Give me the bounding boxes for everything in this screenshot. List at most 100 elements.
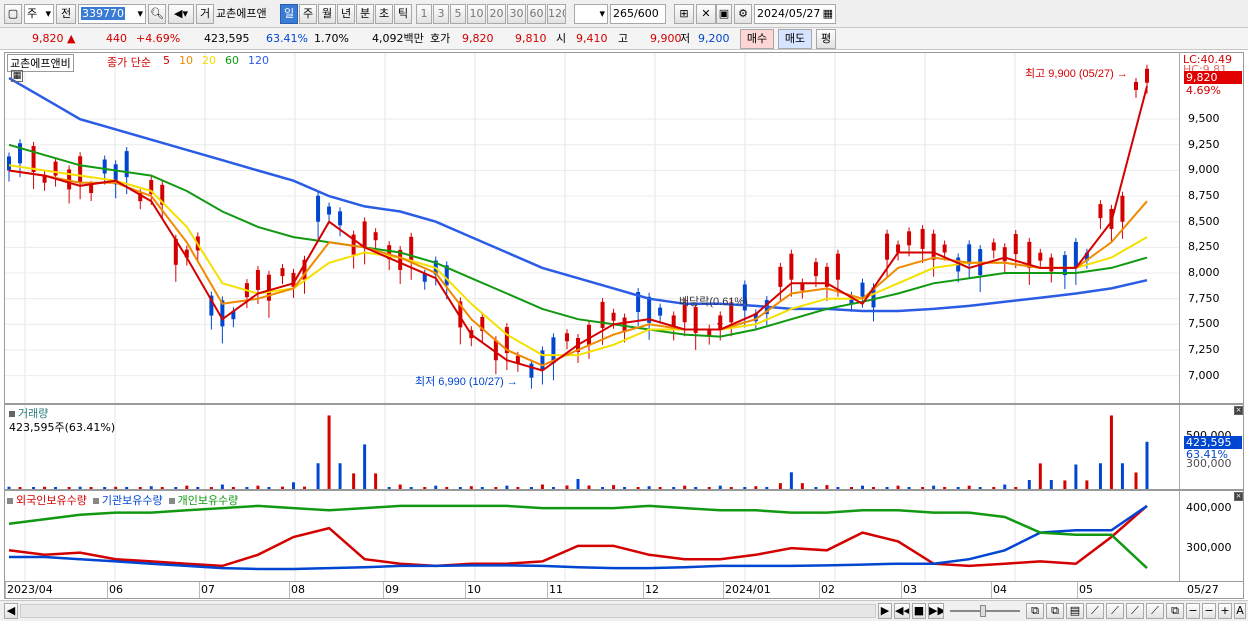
period-tab[interactable]: 주 — [299, 4, 317, 24]
period-tab[interactable]: 분 — [356, 4, 374, 24]
buy-button[interactable]: 매수 — [740, 29, 774, 49]
chart-tool-icon[interactable]: ⧉ — [1046, 603, 1064, 619]
gear-icon[interactable]: ⚙ — [734, 4, 752, 24]
ask-price: 9,820 — [462, 32, 494, 45]
interval-tab[interactable]: 1 — [416, 4, 432, 24]
chart-tool-icon[interactable]: ▤ — [1066, 603, 1084, 619]
scrollbar-track[interactable] — [20, 604, 876, 618]
fast-forward-icon[interactable]: ▶▶ — [928, 603, 944, 619]
draw-line-icon[interactable]: ⟋ — [1086, 603, 1104, 619]
hold-tick-2: 300,000 — [1186, 541, 1232, 554]
volume-bar — [707, 487, 711, 489]
volume-bar — [825, 485, 829, 489]
interval-tab[interactable]: 20 — [487, 4, 506, 24]
scroll-left-icon[interactable]: ◀ — [4, 603, 18, 619]
volume-bar — [209, 487, 213, 489]
draw-line-icon[interactable]: ⟋ — [1146, 603, 1164, 619]
date-input[interactable]: 2024/05/27 ▦ — [754, 4, 836, 24]
candle-body — [967, 244, 972, 265]
candle-body — [1134, 81, 1138, 90]
chart-tool-icon[interactable]: ⧉ — [1026, 603, 1044, 619]
volume-bar — [872, 487, 875, 489]
volume-bar — [480, 487, 484, 489]
holding-legend-label: 기관보유수량 — [101, 494, 163, 507]
interval-select[interactable]: ▾ — [574, 4, 608, 24]
price-axis: LC:40.49 HC:9.81 9,820 4.69% 9,500 9,250 9… — [1179, 53, 1243, 403]
price-change-pct: +4.69% — [136, 32, 181, 45]
prev-button[interactable]: 전 — [56, 4, 76, 24]
sell-button[interactable]: 매도 — [778, 29, 812, 49]
period-tab[interactable]: 월 — [318, 4, 336, 24]
draw-line-icon[interactable]: ⟋ — [1126, 603, 1144, 619]
candle-body — [102, 159, 107, 174]
stop-icon[interactable]: ■ — [912, 603, 926, 619]
count-max: /600 — [634, 7, 659, 20]
period-tab[interactable]: 년 — [337, 4, 355, 24]
volume-bar — [43, 486, 47, 489]
volume-bar — [292, 482, 295, 489]
ma-legend-item: 120 — [248, 54, 269, 67]
copy-icon[interactable]: ⧉ — [1166, 603, 1184, 619]
draw-line-icon[interactable]: ⟋ — [1106, 603, 1124, 619]
type-button[interactable]: 거 — [196, 4, 214, 24]
candle-body — [587, 324, 591, 345]
volume-bar — [885, 487, 889, 489]
volume-bar — [1049, 480, 1053, 489]
flat-button[interactable]: 평 — [816, 29, 836, 49]
candle-body — [931, 233, 936, 260]
save-icon[interactable]: ▣ — [716, 4, 732, 24]
stock-name: 교촌에프앤 — [216, 7, 267, 20]
volume-bar — [943, 487, 947, 489]
minus-icon[interactable]: − — [1186, 603, 1200, 619]
count-input[interactable]: 265/600 — [610, 4, 666, 24]
font-size-icon[interactable]: A — [1234, 603, 1246, 619]
volume-chart[interactable] — [5, 405, 1179, 489]
interval-tab[interactable]: 5 — [450, 4, 466, 24]
volume-bar — [316, 463, 320, 489]
close-icon[interactable]: × — [1234, 406, 1243, 415]
volume-bar — [1085, 480, 1089, 489]
volume-value-label: 423,595주(63.41%) — [9, 421, 116, 434]
candle-body — [1098, 204, 1103, 219]
interval-tab[interactable]: 60 — [527, 4, 546, 24]
interval-tab[interactable]: 10 — [467, 4, 486, 24]
period-tab[interactable]: 초 — [375, 4, 393, 24]
x-tick-mark — [465, 582, 466, 598]
zoom-slider-thumb[interactable] — [980, 605, 986, 617]
low-note: 최저 6,990 (10/27) → — [415, 375, 518, 388]
candle-body — [835, 253, 840, 280]
period-tab[interactable]: 일 — [280, 4, 298, 24]
market-select[interactable]: 주 ▾ — [24, 4, 54, 24]
table-icon[interactable]: ▦ — [11, 70, 23, 82]
stock-code-input[interactable]: 339770 ▾ — [78, 4, 146, 24]
rewind-icon[interactable]: ◀◀ — [894, 603, 910, 619]
price-tick: 9,250 — [1188, 137, 1220, 151]
period-tab[interactable]: 틱 — [394, 4, 412, 24]
volume-bar — [754, 486, 758, 489]
window-menu-icon[interactable]: ▢ — [4, 4, 22, 24]
price-tick: 7,500 — [1188, 317, 1220, 331]
toolbar: ▢ 주 ▾ 전 339770 ▾ 🔍︎ ◀▾ 거 교촌에프앤 일주월년분초틱 135… — [0, 0, 1248, 28]
interval-tab[interactable]: 3 — [433, 4, 449, 24]
quote-bar: 9,820 ▲ 440 +4.69% 423,595 63.41% 1.70% … — [0, 28, 1248, 50]
interval-tab[interactable]: 120 — [547, 4, 566, 24]
scroll-right-icon[interactable]: ▶ — [878, 603, 892, 619]
candle-body — [778, 266, 783, 287]
interval-tab[interactable]: 30 — [507, 4, 526, 24]
trade-amount: 4,092백만 — [372, 32, 424, 45]
stock-code-value: 339770 — [81, 7, 125, 20]
volume-bar — [338, 463, 342, 489]
price-chart[interactable]: 최고 9,900 (05/27) → 최저 6,990 (10/27) → 배당락(… — [5, 53, 1179, 403]
price-tick: 7,750 — [1188, 291, 1220, 305]
volume-bar — [516, 487, 520, 489]
candle-type-icon[interactable]: ⊞ — [674, 4, 694, 24]
crosshair-icon[interactable]: ✕ — [696, 4, 716, 24]
search-icon[interactable]: 🔍︎ — [148, 4, 166, 24]
zoom-in-icon[interactable]: + — [1218, 603, 1232, 619]
close-icon[interactable]: × — [1234, 492, 1243, 501]
candle-body — [327, 206, 332, 215]
sound-icon[interactable]: ◀▾ — [168, 4, 194, 24]
volume-bar — [896, 485, 900, 489]
zoom-out-icon[interactable]: − — [1202, 603, 1216, 619]
volume-bar — [281, 486, 284, 489]
